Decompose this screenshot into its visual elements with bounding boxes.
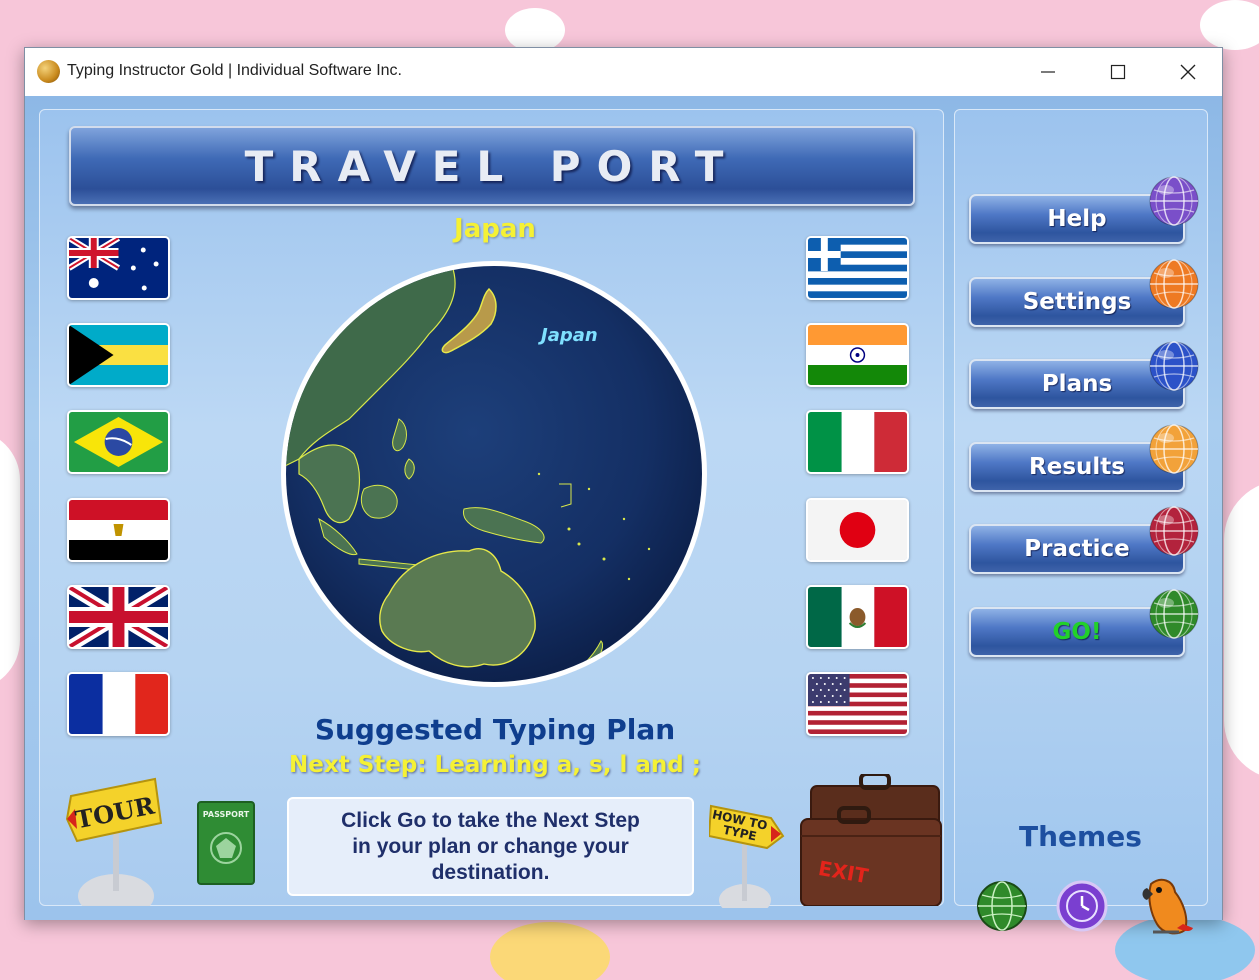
globe-theme-icon xyxy=(977,881,1027,931)
flag-japan[interactable] xyxy=(806,498,909,562)
passport-label: PASSPORT xyxy=(203,810,250,819)
results-button-label: Results xyxy=(1029,454,1125,480)
tour-sign-icon: TOUR xyxy=(65,777,163,918)
brazil-flag-icon xyxy=(69,412,168,472)
desktop-star xyxy=(490,922,610,980)
close-icon xyxy=(1180,64,1196,80)
passport-icon: PASSPORT xyxy=(197,801,255,885)
flag-bahamas[interactable] xyxy=(67,323,170,387)
go-globe-icon xyxy=(1148,588,1200,640)
themes-label: Themes xyxy=(1019,820,1142,853)
bahamas-flag-icon xyxy=(69,325,168,385)
desktop-blob-top-right xyxy=(1200,0,1259,50)
app-client-area: TRAVEL PORT Japan Japan Suggested Typing… xyxy=(25,96,1222,935)
passport-book[interactable]: PASSPORT xyxy=(196,800,256,886)
australia-flag-icon xyxy=(69,238,168,298)
close-button[interactable] xyxy=(1153,48,1223,96)
instructions-text: Click Go to take the Next Step in your p… xyxy=(341,808,640,884)
globe-country-label: Japan xyxy=(538,325,598,346)
selected-country-label: Japan xyxy=(454,214,536,244)
suggested-plan-title: Suggested Typing Plan xyxy=(314,713,676,746)
globe-theme-button[interactable] xyxy=(975,879,1029,933)
exit-suitcase-icon: EXIT xyxy=(800,772,942,907)
app-globe-icon xyxy=(37,60,60,83)
italy-flag-icon xyxy=(808,412,907,472)
destination-globe[interactable]: Japan xyxy=(279,259,709,689)
next-step-text: Next Step: Learning a, s, l and ; xyxy=(289,752,701,778)
minimize-icon xyxy=(1041,71,1055,73)
flag-egypt[interactable] xyxy=(67,498,170,562)
flag-greece[interactable] xyxy=(806,236,909,300)
flag-france[interactable] xyxy=(67,672,170,736)
how-to-type-sign[interactable]: HOW TO TYPE xyxy=(707,796,789,916)
desktop-cloud xyxy=(505,8,565,52)
app-window: Typing Instructor Gold | Individual Soft… xyxy=(24,47,1223,935)
uk-flag-icon xyxy=(69,587,168,647)
clock-theme-button[interactable] xyxy=(1055,879,1109,933)
settings-button-label: Settings xyxy=(1022,289,1132,315)
clock-theme-icon xyxy=(1056,880,1108,932)
mexico-flag-icon xyxy=(808,587,907,647)
settings-globe-icon xyxy=(1148,258,1200,310)
exit-suitcase[interactable]: EXIT xyxy=(799,772,944,907)
plans-globe-icon xyxy=(1148,340,1200,392)
travel-port-banner: TRAVEL PORT xyxy=(69,126,915,206)
tour-sign[interactable]: TOUR xyxy=(63,761,163,918)
minimize-button[interactable] xyxy=(1013,48,1083,96)
flag-australia[interactable] xyxy=(67,236,170,300)
india-flag-icon xyxy=(808,325,907,385)
world-globe-icon: Japan xyxy=(281,261,707,687)
france-flag-icon xyxy=(69,674,168,734)
go-button-label: GO! xyxy=(1052,619,1102,645)
usa-flag-icon xyxy=(808,674,907,734)
help-button-label: Help xyxy=(1047,206,1107,232)
results-globe-icon xyxy=(1148,423,1200,475)
parrot-theme-button[interactable] xyxy=(1133,874,1195,938)
instructions-box: Click Go to take the Next Step in your p… xyxy=(287,797,694,896)
flag-brazil[interactable] xyxy=(67,410,170,474)
maximize-button[interactable] xyxy=(1083,48,1153,96)
greece-flag-icon xyxy=(808,238,907,298)
desktop-blob-left xyxy=(0,430,20,690)
desktop-blob-right xyxy=(1224,480,1259,780)
parrot-theme-icon xyxy=(1142,878,1193,935)
how-to-type-sign-icon: HOW TO TYPE xyxy=(707,804,785,916)
practice-globe-icon xyxy=(1148,505,1200,557)
window-title: Typing Instructor Gold | Individual Soft… xyxy=(67,62,402,79)
flag-mexico[interactable] xyxy=(806,585,909,649)
help-globe-icon xyxy=(1148,175,1200,227)
banner-title: TRAVEL PORT xyxy=(244,141,740,191)
egypt-flag-icon xyxy=(69,500,168,560)
plans-button-label: Plans xyxy=(1041,371,1113,397)
flag-united-kingdom[interactable] xyxy=(67,585,170,649)
flag-italy[interactable] xyxy=(806,410,909,474)
maximize-icon xyxy=(1110,64,1126,80)
japan-flag-icon xyxy=(808,500,907,560)
practice-button-label: Practice xyxy=(1024,536,1130,562)
flag-usa[interactable] xyxy=(806,672,909,736)
title-bar[interactable]: Typing Instructor Gold | Individual Soft… xyxy=(25,48,1222,96)
flag-india[interactable] xyxy=(806,323,909,387)
